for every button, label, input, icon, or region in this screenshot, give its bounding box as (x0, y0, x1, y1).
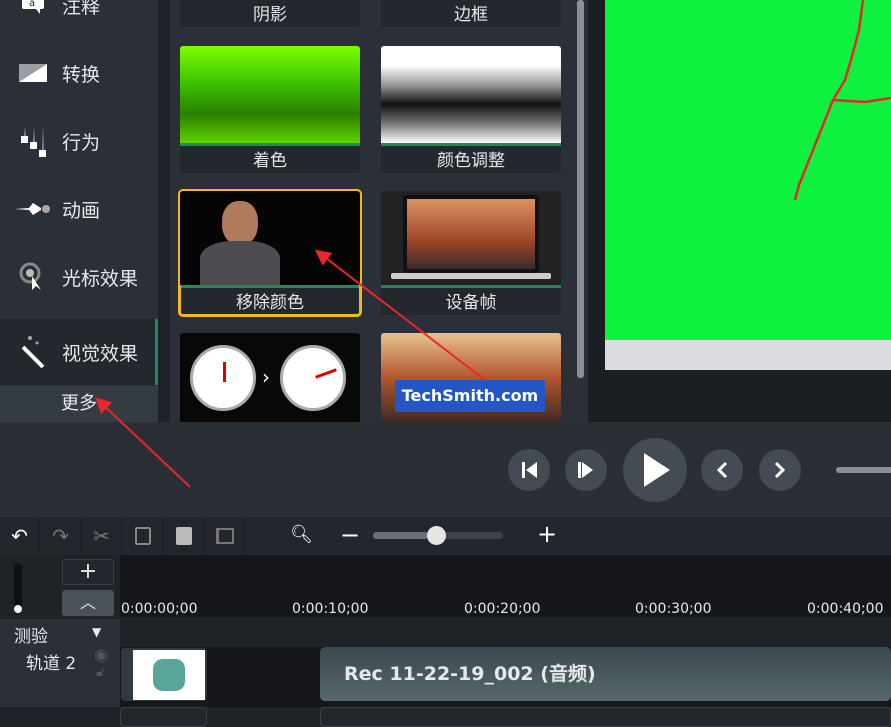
canvas[interactable] (605, 0, 891, 340)
effect-tile-remove-color[interactable]: 移除颜色 (180, 191, 360, 315)
clip-title: Rec 11-22-19_002 (音频) (344, 663, 596, 685)
lock-icon[interactable]: 🔓︎ (96, 665, 104, 680)
redo-button[interactable]: ↷ (41, 517, 81, 555)
effect-label: 设备帧 (381, 285, 561, 315)
effect-label: 阴影 (180, 0, 360, 27)
zoom-out-button[interactable]: − (340, 521, 360, 549)
effect-tile-device-frame[interactable]: 设备帧 (381, 191, 561, 315)
sidebar-item-transitions[interactable]: 转换 (0, 40, 158, 106)
effect-tile-colorize[interactable]: 着色 (180, 46, 360, 173)
time-label: 0:00:10;00 (292, 601, 369, 617)
annotation-icon: a (8, 0, 58, 15)
track-name: 轨道 2 (26, 649, 76, 674)
paste-button[interactable] (164, 517, 204, 555)
behavior-icon (8, 124, 58, 158)
zoom-slider[interactable] (373, 532, 503, 539)
tools-sidebar: a 注释 转换 行为 动画 光标效果 视觉效果 (0, 0, 158, 422)
timeline: + ︿ 0:00:00;00 0:00:10;00 0:00:20;00 0:0… (0, 555, 891, 726)
step-back-icon (519, 461, 539, 479)
effect-label: 颜色调整 (381, 143, 561, 173)
undo-button[interactable]: ↶ (0, 517, 40, 555)
sidebar-item-visual-effects[interactable]: 视觉效果 (0, 319, 158, 385)
effect-label: 着色 (180, 143, 360, 173)
audio-clip[interactable]: Rec 11-22-19_002 (音频) (320, 647, 891, 701)
clock-icon (280, 345, 346, 411)
playback-controls (0, 422, 891, 517)
split-icon (216, 528, 234, 544)
sidebar-item-animations[interactable]: 动画 (0, 176, 158, 242)
clip-placeholder (320, 707, 891, 727)
track-group-header[interactable]: 测验 ▼ (0, 619, 120, 647)
track-header: 轨道 2 ◉🔓︎ (0, 647, 120, 707)
effects-grid: 阴影 边框 着色 颜色调整 移除颜色 设备帧 › TechSmith.com (170, 0, 588, 422)
mountain-green-thumbnail (180, 46, 360, 143)
sidebar-item-cursor-effects[interactable]: 光标效果 (0, 244, 158, 310)
more-button[interactable]: 更多 (0, 386, 158, 422)
track-height-slider[interactable] (14, 563, 22, 613)
split-button[interactable] (205, 517, 245, 555)
track-group-name: 测验 (14, 622, 48, 647)
sidebar-item-behaviors[interactable]: 行为 (0, 108, 158, 174)
svg-text:a: a (29, 0, 35, 9)
sidebar-item-annotations[interactable]: a 注释 (0, 0, 158, 38)
person-thumbnail (180, 191, 360, 285)
effect-tile-border[interactable]: 边框 (381, 0, 561, 27)
zoom-in-button[interactable]: + (537, 520, 557, 548)
effect-tile-color-adjust[interactable]: 颜色调整 (381, 46, 561, 173)
scissors-icon: ✂ (93, 524, 110, 548)
play-icon (638, 452, 672, 488)
cut-button[interactable]: ✂ (82, 517, 122, 555)
time-label: 0:00:40;00 (807, 601, 884, 617)
timeline-toolbar: ↶ ↷ ✂ 🔍︎ − + (0, 517, 891, 555)
next-button[interactable] (759, 449, 801, 491)
dropdown-icon: ▼ (92, 625, 101, 639)
chevron-left-icon (715, 461, 729, 479)
copy-button[interactable] (123, 517, 163, 555)
clip-placeholder (120, 707, 207, 727)
effect-label: 移除颜色 (180, 285, 360, 315)
clock-icon (190, 345, 256, 411)
laptop-thumbnail (381, 191, 561, 285)
media-clip[interactable] (121, 648, 207, 701)
zoom-search-icon: 🔍︎ (290, 524, 313, 545)
effects-scrollbar[interactable] (577, 0, 584, 378)
effect-tile-clock[interactable]: › (180, 333, 360, 423)
canvas-bottom (605, 340, 891, 370)
volume-slider[interactable] (836, 467, 891, 473)
effect-tile-callout[interactable]: TechSmith.com (381, 333, 561, 423)
copy-icon (135, 527, 151, 545)
transition-icon (8, 64, 58, 82)
play-button[interactable] (623, 438, 687, 502)
cursor-effect-icon (8, 262, 58, 292)
eye-icon[interactable]: ◉ (94, 645, 108, 664)
effect-label: 边框 (381, 0, 561, 27)
arrow-icon: › (262, 365, 270, 389)
animation-icon (8, 201, 58, 217)
redo-icon: ↷ (52, 524, 69, 548)
techsmith-banner: TechSmith.com (395, 380, 545, 412)
effect-tile-shadow[interactable]: 阴影 (180, 0, 360, 27)
add-track-button[interactable]: + (62, 559, 114, 585)
paste-icon (176, 527, 192, 545)
step-back-button[interactable] (508, 449, 550, 491)
time-label: 0:00:30;00 (635, 601, 712, 617)
mountain-bw-thumbnail (381, 46, 561, 143)
chevron-right-icon (773, 461, 787, 479)
step-forward-button[interactable] (565, 449, 607, 491)
time-label: 0:00:00;00 (121, 601, 198, 617)
step-forward-icon (576, 461, 596, 479)
drawn-annotation (605, 0, 891, 340)
undo-icon: ↶ (11, 524, 28, 548)
collapse-button[interactable]: ︿ (62, 590, 114, 616)
time-label: 0:00:20;00 (464, 601, 541, 617)
previous-button[interactable] (701, 449, 743, 491)
divider (158, 0, 170, 422)
magic-wand-icon (8, 335, 58, 369)
